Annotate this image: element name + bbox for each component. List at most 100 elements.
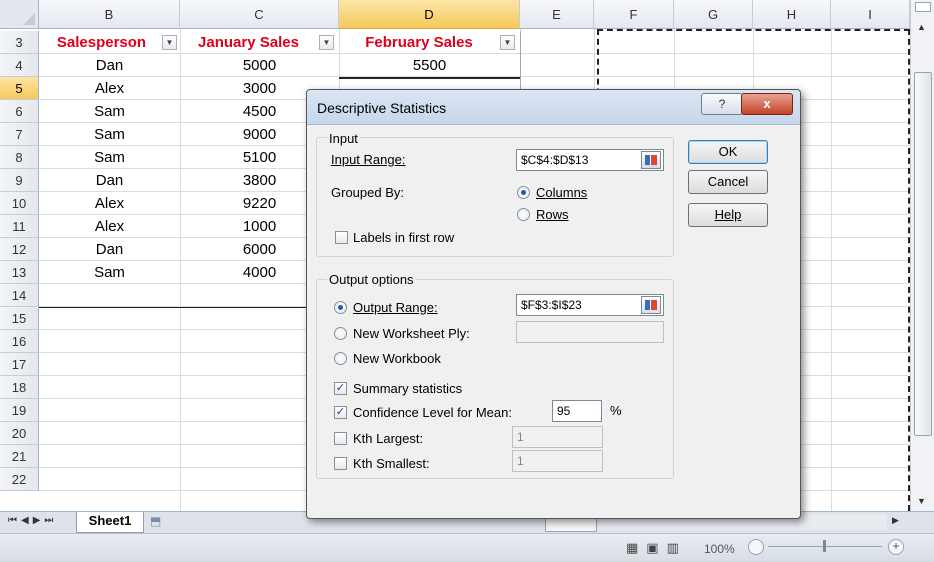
kth-largest-label[interactable]: Kth Largest: [353,431,423,446]
row-header[interactable]: 10 [0,192,39,215]
zoom-slider-thumb[interactable] [823,540,826,552]
active-cell-border [339,77,520,79]
sheet-nav-icons[interactable]: ⏮◀▶⏭ [8,515,57,526]
zoom-out-icon[interactable] [748,539,764,555]
range-picker-icon[interactable] [641,296,661,314]
table-cell[interactable]: Alex [39,77,180,100]
split-box[interactable] [915,2,931,12]
kth-smallest-checkbox[interactable] [334,457,347,470]
table-cell[interactable]: Dan [39,169,180,192]
vertical-scrollbar[interactable]: ▲ ▼ [910,0,934,511]
view-mode-icons[interactable]: ▦▣▥ [626,540,687,556]
rows-label[interactable]: Rows [536,207,569,222]
table-cell[interactable]: Sam [39,100,180,123]
output-range-label[interactable]: Output Range: [353,300,438,315]
confidence-level-checkbox[interactable]: ✓ [334,406,347,419]
column-header-f[interactable]: F [594,0,674,29]
zoom-in-icon[interactable]: + [888,539,904,555]
new-worksheet-ply-label[interactable]: New Worksheet Ply: [353,326,470,341]
row-header[interactable]: 21 [0,445,39,468]
row-header[interactable]: 17 [0,353,39,376]
row-header[interactable]: 13 [0,261,39,284]
row-header[interactable]: 4 [0,54,39,77]
dialog-title: Descriptive Statistics [317,100,447,116]
select-all-corner[interactable] [0,0,39,29]
rows-radio[interactable] [517,208,530,221]
dialog-title-bar[interactable]: Descriptive Statistics ? x [307,90,800,125]
ok-button[interactable]: OK [688,140,768,164]
row-header[interactable]: 19 [0,399,39,422]
new-worksheet-ply-radio[interactable] [334,327,347,340]
header-january-sales[interactable]: January Sales [180,31,317,54]
table-cell[interactable]: 5500 [339,54,520,77]
table-cell[interactable]: Dan [39,54,180,77]
scroll-up-icon[interactable]: ▲ [917,22,926,32]
summary-statistics-checkbox[interactable]: ✓ [334,382,347,395]
row-header[interactable]: 14 [0,284,39,307]
kth-smallest-label[interactable]: Kth Smallest: [353,456,430,471]
kth-largest-input[interactable]: 1 [512,426,603,448]
kth-largest-checkbox[interactable] [334,432,347,445]
filter-dropdown-icon[interactable]: ▼ [500,35,515,50]
scroll-down-icon[interactable]: ▼ [917,496,926,506]
new-workbook-radio[interactable] [334,352,347,365]
table-cell[interactable]: Alex [39,192,180,215]
table-cell[interactable]: Sam [39,146,180,169]
help-icon[interactable]: ? [701,93,743,115]
confidence-level-label[interactable]: Confidence Level for Mean: [353,405,512,420]
row-header[interactable]: 5 [0,77,39,100]
header-salesperson[interactable]: Salesperson [39,31,164,54]
row-header[interactable]: 9 [0,169,39,192]
scroll-right-icon[interactable]: ▶ [892,515,899,526]
row-header[interactable]: 3 [0,31,39,54]
column-header-h[interactable]: H [753,0,831,29]
scroll-thumb[interactable] [914,72,932,436]
header-february-sales[interactable]: February Sales [339,31,499,54]
new-workbook-label[interactable]: New Workbook [353,351,441,366]
cancel-button[interactable]: Cancel [688,170,768,194]
percent-sign: % [610,403,622,418]
row-header[interactable]: 18 [0,376,39,399]
table-cell[interactable]: Sam [39,261,180,284]
kth-smallest-input[interactable]: 1 [512,450,603,472]
columns-label[interactable]: Columns [536,185,587,200]
column-header-b[interactable]: B [39,0,180,29]
output-range-field[interactable]: $F$3:$I$23 [516,294,664,316]
table-cell[interactable]: Sam [39,123,180,146]
confidence-level-input[interactable]: 95 [552,400,602,422]
table-cell[interactable]: 5000 [180,54,339,77]
columns-radio[interactable] [517,186,530,199]
output-range-radio[interactable] [334,301,347,314]
row-header[interactable]: 7 [0,123,39,146]
row-header[interactable]: 11 [0,215,39,238]
filter-dropdown-icon[interactable]: ▼ [319,35,334,50]
labels-first-row-label[interactable]: Labels in first row [353,230,454,245]
zoom-level[interactable]: 100% [704,542,735,556]
row-header[interactable]: 12 [0,238,39,261]
insert-sheet-icon[interactable]: ⬒ [150,514,190,530]
column-header-g[interactable]: G [674,0,753,29]
close-icon[interactable]: x [741,93,793,115]
help-button[interactable]: Help [688,203,768,227]
column-header-i[interactable]: I [831,0,910,29]
sheet-tab[interactable]: Sheet1 [76,512,144,533]
column-header-e[interactable]: E [520,0,594,29]
row-header[interactable]: 6 [0,100,39,123]
row-header[interactable]: 15 [0,307,39,330]
output-group-label: Output options [327,272,416,287]
input-range-field[interactable]: $C$4:$D$13 [516,149,664,171]
row-header[interactable]: 8 [0,146,39,169]
labels-first-row-checkbox[interactable] [335,231,348,244]
column-header-c[interactable]: C [180,0,339,29]
output-range-value: $F$3:$I$23 [521,298,582,312]
summary-statistics-label[interactable]: Summary statistics [353,381,462,396]
column-header-d[interactable]: D [339,0,520,29]
table-cell[interactable]: Dan [39,238,180,261]
row-header[interactable]: 16 [0,330,39,353]
row-header[interactable]: 20 [0,422,39,445]
filter-dropdown-icon[interactable]: ▼ [162,35,177,50]
new-worksheet-ply-field[interactable] [516,321,664,343]
row-header[interactable]: 22 [0,468,39,491]
table-cell[interactable]: Alex [39,215,180,238]
range-picker-icon[interactable] [641,151,661,169]
